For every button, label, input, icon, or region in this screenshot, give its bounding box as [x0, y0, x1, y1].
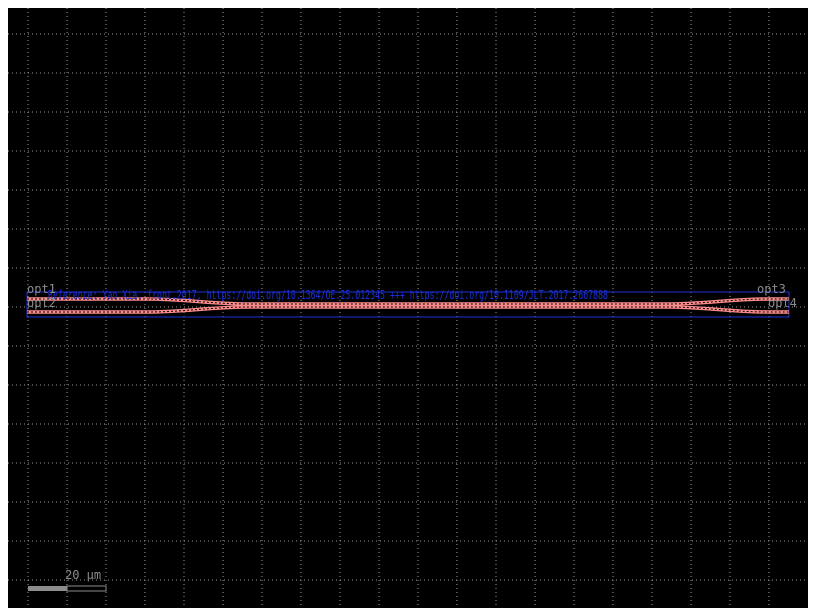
port-label-opt2: opt2: [27, 296, 56, 310]
scale-bar-label: 20 µm: [65, 568, 101, 582]
layout-canvas[interactable]: Reference: Yao Xia, front.2017, https://…: [8, 8, 808, 608]
waveguide-bottom: [27, 307, 789, 312]
scale-bar-filled-segment: [28, 586, 67, 591]
reference-text: Reference: Yao Xia, front.2017, https://…: [48, 288, 608, 302]
port-label-opt3: opt3: [757, 282, 786, 296]
port-label-opt4: opt4: [768, 296, 797, 310]
scale-bar: 20 µm: [28, 568, 106, 591]
layout-viewport[interactable]: Reference: Yao Xia, front.2017, https://…: [8, 8, 808, 608]
port-label-opt1: opt1: [27, 282, 56, 296]
scale-bar-outline-segment: [67, 586, 106, 591]
